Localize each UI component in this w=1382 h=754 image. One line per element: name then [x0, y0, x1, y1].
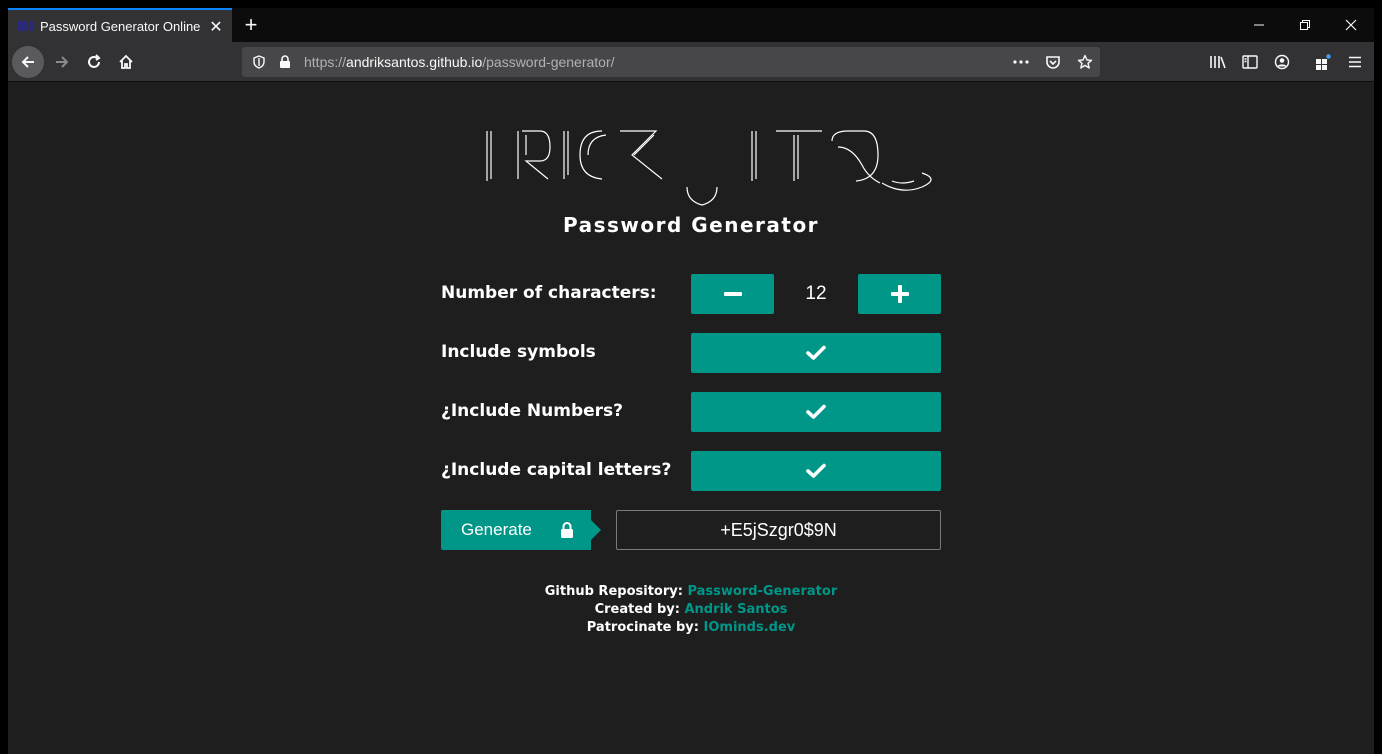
symbols-toggle[interactable]: [691, 333, 941, 373]
page-content: Password Generator Number of characters:…: [8, 83, 1374, 754]
window-close-icon[interactable]: [1328, 8, 1374, 42]
new-tab-button[interactable]: +: [238, 12, 264, 38]
characters-count: 12: [805, 283, 827, 304]
capitals-label: ¿Include capital letters?: [441, 460, 672, 480]
numbers-toggle[interactable]: [691, 392, 941, 432]
reload-icon[interactable]: [78, 46, 110, 78]
generate-button[interactable]: Generate: [441, 510, 591, 550]
browser-window: Password Generator Online ✕ + https://an…: [8, 8, 1374, 754]
password-output[interactable]: +E5jSzgr0$9N: [616, 510, 941, 550]
patron-label: Patrocinate by:: [586, 620, 699, 635]
account-icon[interactable]: [1271, 51, 1293, 73]
close-icon[interactable]: ✕: [204, 14, 228, 38]
characters-label: Number of characters:: [441, 283, 657, 303]
page-title: Password Generator: [562, 213, 820, 237]
tab-bar: Password Generator Online ✕ +: [8, 8, 1374, 42]
capitals-toggle[interactable]: [691, 451, 941, 491]
tracking-shield-icon[interactable]: [250, 53, 268, 71]
restore-icon[interactable]: [1282, 8, 1328, 42]
home-icon[interactable]: [110, 46, 142, 78]
minus-icon: [723, 292, 742, 296]
author-link[interactable]: Andrik Santos: [684, 602, 787, 617]
repo-link[interactable]: Password-Generator: [687, 584, 837, 599]
generate-label: Generate: [461, 520, 532, 539]
numbers-label: ¿Include Numbers?: [441, 401, 624, 421]
url-path: /password-generator/: [482, 54, 615, 70]
bookmark-star-icon[interactable]: [1076, 53, 1094, 71]
site-favicon-icon: [18, 21, 35, 31]
check-icon: [806, 463, 826, 478]
url-host: andriksantos.github.io: [346, 54, 483, 70]
decrease-button[interactable]: [691, 274, 774, 314]
sidebar-icon[interactable]: [1239, 51, 1261, 73]
increase-button[interactable]: [858, 274, 941, 314]
tab-title: Password Generator Online: [40, 18, 201, 34]
minimize-icon[interactable]: [1236, 8, 1282, 42]
url-text[interactable]: https://andriksantos.github.io/password-…: [304, 54, 615, 70]
tab-password-generator[interactable]: Password Generator Online ✕: [8, 8, 232, 42]
footer-repo: Github Repository: Password-Generator: [8, 584, 1374, 599]
forward-arrow-icon[interactable]: [46, 46, 78, 78]
footer-created: Created by: Andrik Santos: [8, 602, 1374, 617]
extensions-icon[interactable]: [1312, 51, 1334, 73]
repo-label: Github Repository:: [544, 584, 683, 599]
patron-link[interactable]: IOminds.dev: [704, 620, 796, 635]
footer-patron: Patrocinate by: IOminds.dev: [8, 620, 1374, 635]
library-icon[interactable]: [1207, 51, 1229, 73]
pocket-icon[interactable]: [1044, 53, 1062, 71]
created-label: Created by:: [594, 602, 680, 617]
check-icon: [806, 404, 826, 419]
menu-hamburger-icon[interactable]: [1344, 51, 1366, 73]
lock-icon[interactable]: [276, 53, 294, 71]
navigation-toolbar: https://andriksantos.github.io/password-…: [8, 42, 1374, 82]
page-actions-icon[interactable]: [1012, 53, 1030, 71]
generate-arrow: [591, 520, 601, 540]
url-scheme: https://: [304, 54, 347, 70]
plus-icon: [890, 285, 909, 303]
back-arrow-icon[interactable]: [12, 46, 44, 78]
symbols-label: Include symbols: [441, 342, 596, 362]
url-bar[interactable]: https://andriksantos.github.io/password-…: [242, 47, 1100, 77]
lock-icon: [560, 522, 573, 538]
andrik-santos-logo: [486, 130, 932, 206]
check-icon: [806, 345, 826, 360]
